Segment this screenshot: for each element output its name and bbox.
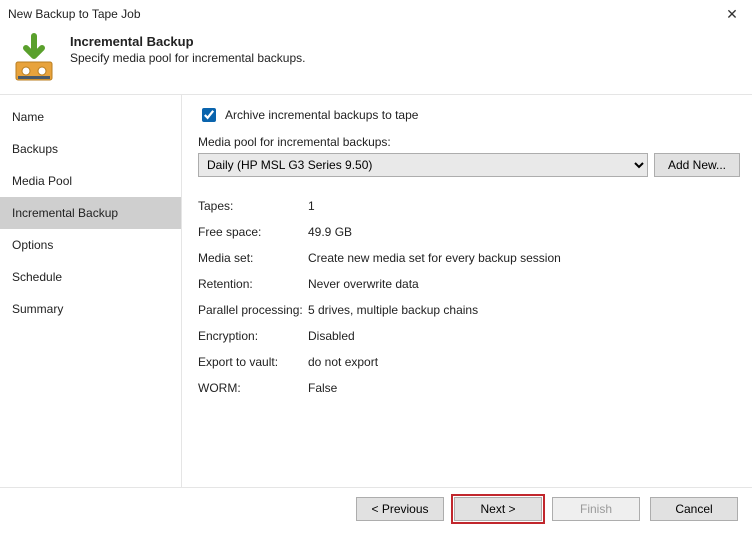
cancel-button[interactable]: Cancel — [650, 497, 738, 521]
archive-checkbox-row[interactable]: Archive incremental backups to tape — [198, 105, 740, 125]
add-new-button[interactable]: Add New... — [654, 153, 740, 177]
info-row-worm: WORM:False — [198, 375, 740, 401]
title-bar: New Backup to Tape Job ✕ — [0, 0, 752, 28]
sidebar-item-media-pool[interactable]: Media Pool — [0, 165, 181, 197]
media-pool-info: Tapes:1 Free space:49.9 GB Media set:Cre… — [198, 193, 740, 401]
page-subtitle: Specify media pool for incremental backu… — [70, 51, 305, 65]
info-row-encryption: Encryption:Disabled — [198, 323, 740, 349]
info-row-media-set: Media set:Create new media set for every… — [198, 245, 740, 271]
sidebar-item-summary[interactable]: Summary — [0, 293, 181, 325]
close-icon[interactable]: ✕ — [720, 6, 744, 23]
info-row-parallel: Parallel processing:5 drives, multiple b… — [198, 297, 740, 323]
wizard-header-text: Incremental Backup Specify media pool fo… — [70, 32, 305, 65]
page-title: Incremental Backup — [70, 34, 305, 49]
finish-button: Finish — [552, 497, 640, 521]
window-title: New Backup to Tape Job — [8, 7, 141, 21]
media-pool-label: Media pool for incremental backups: — [198, 135, 740, 149]
archive-checkbox[interactable] — [202, 108, 216, 122]
sidebar-item-schedule[interactable]: Schedule — [0, 261, 181, 293]
wizard-steps-sidebar: Name Backups Media Pool Incremental Back… — [0, 95, 182, 487]
info-row-tapes: Tapes:1 — [198, 193, 740, 219]
sidebar-item-incremental-backup[interactable]: Incremental Backup — [0, 197, 181, 229]
sidebar-item-options[interactable]: Options — [0, 229, 181, 261]
wizard-footer: < Previous Next > Finish Cancel — [0, 487, 752, 529]
info-row-retention: Retention:Never overwrite data — [198, 271, 740, 297]
tape-backup-icon — [8, 32, 60, 84]
info-row-export: Export to vault:do not export — [198, 349, 740, 375]
sidebar-item-backups[interactable]: Backups — [0, 133, 181, 165]
wizard-content: Archive incremental backups to tape Medi… — [182, 95, 752, 487]
next-button[interactable]: Next > — [454, 497, 542, 521]
wizard-header: Incremental Backup Specify media pool fo… — [0, 28, 752, 95]
archive-checkbox-label: Archive incremental backups to tape — [225, 108, 418, 122]
previous-button[interactable]: < Previous — [356, 497, 444, 521]
media-pool-select[interactable]: Daily (HP MSL G3 Series 9.50) — [198, 153, 648, 177]
info-row-free-space: Free space:49.9 GB — [198, 219, 740, 245]
media-pool-combo[interactable]: Daily (HP MSL G3 Series 9.50) — [198, 153, 648, 177]
sidebar-item-name[interactable]: Name — [0, 101, 181, 133]
